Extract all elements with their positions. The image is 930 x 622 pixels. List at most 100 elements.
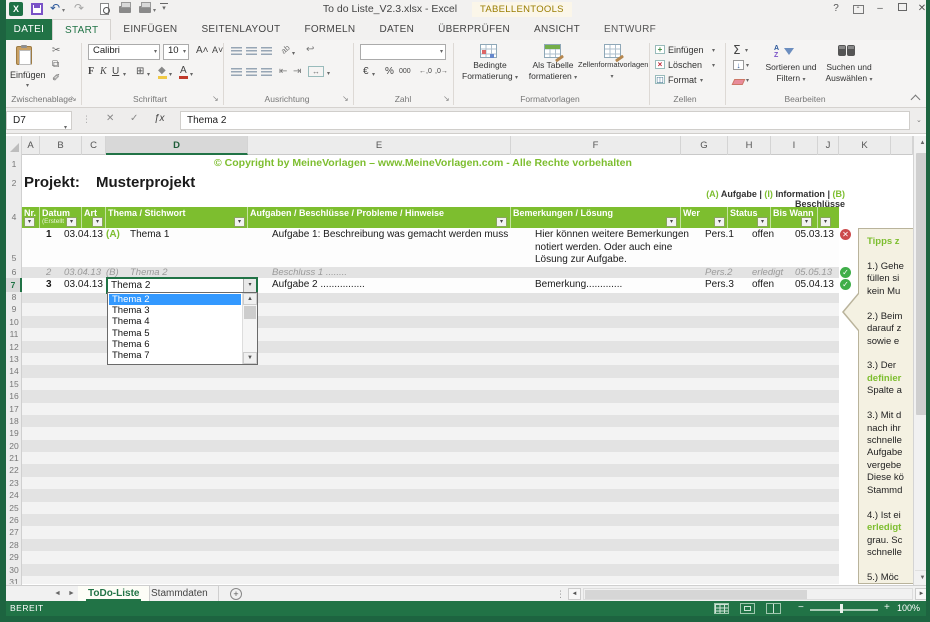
tab-ueberpruefen[interactable]: ÜBERPRÜFEN [426, 19, 522, 40]
dropdown-option[interactable]: Thema 7 [109, 350, 241, 361]
sheet-nav-left-icon[interactable]: ◄ [54, 590, 61, 597]
print-icon[interactable] [119, 6, 131, 13]
filter-button-thema[interactable]: ▾ [234, 217, 245, 227]
quick-print-icon[interactable] [139, 6, 151, 13]
merge-center-icon[interactable]: ↔ [308, 66, 324, 77]
underline-button[interactable]: U [112, 66, 119, 77]
tab-ansicht[interactable]: ANSICHT [522, 19, 592, 40]
copy-icon[interactable]: ⧉ [52, 59, 59, 70]
number-format-select[interactable]: ▾ [360, 44, 446, 60]
row-header[interactable]: 24 [6, 489, 22, 501]
ribbon-options-icon[interactable]: ⌃ [850, 2, 866, 16]
save-icon[interactable] [31, 3, 43, 15]
formula-bar-expand-icon[interactable]: ⌄ [916, 116, 922, 124]
tab-formeln[interactable]: FORMELN [292, 19, 367, 40]
paste-icon[interactable] [16, 46, 32, 65]
row-header[interactable]: 10 [6, 316, 22, 328]
empty-row[interactable]: 27 [22, 526, 839, 538]
row-header-6[interactable]: 6 [6, 267, 22, 278]
row-header[interactable]: 12 [6, 341, 22, 353]
align-right-icon[interactable] [261, 68, 272, 76]
delete-dropdown-icon[interactable]: ▾ [712, 62, 715, 69]
row-header[interactable]: 11 [6, 328, 22, 340]
combo-arrow-icon[interactable]: ▾ [243, 279, 256, 292]
align-center-icon[interactable] [246, 68, 257, 76]
accounting-format-icon[interactable]: € [363, 66, 369, 77]
grow-font-icon[interactable]: A˄ [196, 45, 209, 56]
row-header[interactable]: 31 [6, 576, 22, 584]
empty-row[interactable]: 22 [22, 464, 839, 476]
filter-button-wer[interactable]: ▾ [714, 217, 725, 227]
row-header[interactable]: 14 [6, 365, 22, 377]
row-header[interactable]: 18 [6, 415, 22, 427]
find-select-button[interactable]: Suchen undAuswählen ▾ [818, 62, 880, 85]
undo-icon[interactable]: ↶ [50, 1, 60, 15]
empty-row[interactable]: 29 [22, 551, 839, 563]
tab-entwurf[interactable]: ENTWURF [592, 19, 668, 40]
bold-button[interactable]: F [88, 66, 94, 77]
empty-row[interactable]: 17 [22, 403, 839, 415]
empty-row[interactable]: 28 [22, 539, 839, 551]
row-header[interactable]: 9 [6, 303, 22, 315]
column-header[interactable]: F [511, 136, 681, 155]
number-dialog-launcher-icon[interactable]: ↘ [443, 94, 450, 103]
row-header[interactable]: 29 [6, 551, 22, 563]
format-as-table-icon[interactable] [544, 44, 561, 58]
empty-row[interactable]: 24 [22, 489, 839, 501]
orientation-dropdown-icon[interactable]: ▾ [292, 50, 295, 57]
quick-print-dropdown-icon[interactable]: ▾ [153, 7, 156, 14]
zoom-out-icon[interactable]: − [798, 602, 804, 613]
italic-button[interactable]: K [100, 66, 107, 77]
fill-dropdown-icon[interactable]: ▾ [746, 62, 749, 69]
sheet-tab-stammdaten[interactable]: Stammdaten [141, 586, 219, 602]
dropdown-option[interactable]: Thema 4 [109, 316, 241, 327]
enter-icon[interactable]: ✓ [130, 113, 138, 124]
font-color-icon[interactable]: A [180, 65, 187, 76]
insert-cells-button[interactable]: Einfügen [668, 45, 704, 55]
column-header[interactable]: H [728, 136, 771, 155]
row-header[interactable]: 22 [6, 464, 22, 476]
dropdown-scrollbar[interactable]: ▲ ▼ [242, 293, 257, 364]
horizontal-scrollbar[interactable] [583, 588, 913, 600]
maximize-icon[interactable] [894, 2, 910, 16]
filter-button-aufgaben[interactable]: ▾ [496, 217, 507, 227]
empty-row[interactable]: 25 [22, 502, 839, 514]
row-header[interactable]: 25 [6, 502, 22, 514]
column-header[interactable]: E [248, 136, 511, 155]
row-header[interactable]: 20 [6, 440, 22, 452]
conditional-formatting-icon[interactable] [480, 44, 497, 58]
row-header[interactable]: 13 [6, 353, 22, 365]
underline-dropdown-icon[interactable]: ▾ [123, 71, 126, 78]
customize-qat-icon[interactable]: ▾ [160, 3, 168, 13]
borders-dropdown-icon[interactable]: ▾ [147, 71, 150, 78]
paste-dropdown-icon[interactable]: ▾ [26, 82, 29, 89]
row-header[interactable]: 8 [6, 291, 22, 303]
clipboard-dialog-launcher-icon[interactable]: ↘ [70, 94, 77, 103]
fx-icon[interactable]: ƒx [154, 113, 165, 124]
collapse-ribbon-icon[interactable] [911, 95, 921, 105]
formula-input[interactable]: Thema 2 [180, 111, 910, 130]
row-header-4[interactable]: 4 [6, 212, 22, 222]
row-header-1[interactable]: 1 [6, 159, 22, 169]
delete-cells-button[interactable]: Löschen [668, 60, 702, 70]
empty-row[interactable]: 31 [22, 576, 839, 584]
empty-row[interactable]: 20 [22, 440, 839, 452]
filter-button-datum[interactable]: ▾ [66, 217, 77, 227]
font-size-select[interactable]: 10▾ [163, 44, 189, 60]
accounting-dropdown-icon[interactable]: ▾ [372, 71, 375, 78]
increase-decimal-icon[interactable]: ←,0 [419, 68, 432, 75]
row-header-2[interactable]: 2 [6, 178, 22, 188]
select-all-corner[interactable] [6, 136, 22, 155]
row-header[interactable]: 30 [6, 564, 22, 576]
clear-dropdown-icon[interactable]: ▾ [746, 77, 749, 84]
filter-button-nr[interactable]: ▾ [24, 217, 35, 227]
page-break-view-icon[interactable] [766, 603, 781, 614]
format-dropdown-icon[interactable]: ▾ [700, 77, 703, 84]
add-sheet-icon[interactable]: + [230, 588, 242, 600]
column-header[interactable]: D [106, 136, 248, 155]
fill-color-dropdown-icon[interactable]: ▾ [169, 71, 172, 78]
empty-row[interactable]: 18 [22, 415, 839, 427]
normal-view-icon[interactable] [714, 603, 729, 614]
empty-row[interactable]: 14 [22, 365, 839, 377]
tab-datei[interactable]: DATEI [6, 19, 52, 40]
